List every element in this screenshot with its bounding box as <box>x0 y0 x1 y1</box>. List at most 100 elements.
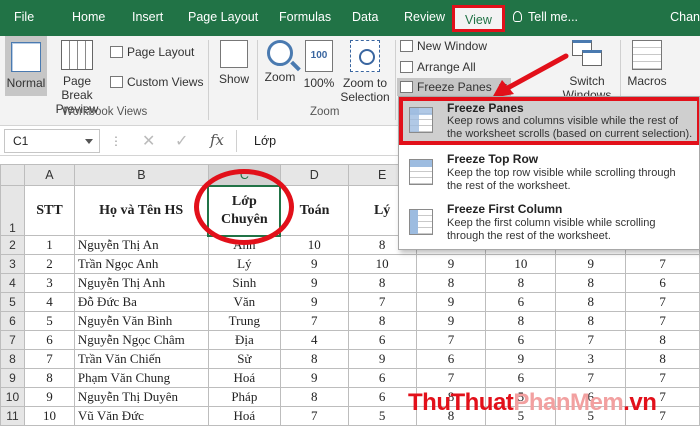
menu-item-freeze-first-column[interactable]: Freeze First Column Keep the first colum… <box>399 199 699 247</box>
header-cell-math[interactable]: Toán <box>279 185 349 236</box>
cell-i[interactable]: 6 <box>625 273 700 293</box>
cell-g[interactable]: 8 <box>485 273 557 293</box>
cell-e[interactable]: 5 <box>347 406 417 426</box>
cell-stt[interactable]: 8 <box>23 368 75 388</box>
cell-i[interactable]: 7 <box>625 292 700 312</box>
cell-stt[interactable]: 4 <box>23 292 75 312</box>
cell-e[interactable]: 8 <box>347 273 417 293</box>
row-header[interactable]: 1 <box>0 185 25 236</box>
cell-f[interactable]: 9 <box>415 292 487 312</box>
cell-name[interactable]: Trần Ngọc Anh <box>73 254 209 274</box>
tab-data[interactable]: Data <box>352 10 378 28</box>
cell-d[interactable]: 9 <box>279 368 349 388</box>
cell-g[interactable]: 10 <box>485 254 557 274</box>
show-button[interactable]: Show <box>214 40 254 96</box>
name-box[interactable]: C1 <box>4 129 100 153</box>
cell-g[interactable]: 6 <box>485 368 557 388</box>
cell-i[interactable]: 7 <box>625 311 700 331</box>
cell-c[interactable]: Anh <box>207 235 281 255</box>
insert-function-icon[interactable]: fx <box>210 131 224 149</box>
cell-stt[interactable]: 5 <box>23 311 75 331</box>
cell-d[interactable]: 4 <box>279 330 349 350</box>
select-all-corner[interactable] <box>0 164 25 186</box>
cell-e[interactable]: 8 <box>347 311 417 331</box>
cell-name[interactable]: Nguyễn Văn Bình <box>73 311 209 331</box>
zoom-to-selection-button[interactable]: Zoom to Selection <box>338 40 392 104</box>
column-header[interactable]: C <box>207 164 281 187</box>
cell-e[interactable]: 10 <box>347 254 417 274</box>
custom-views-button[interactable]: Custom Views <box>110 75 203 89</box>
row-header[interactable]: 9 <box>0 368 25 388</box>
cell-h[interactable]: 8 <box>555 311 627 331</box>
tab-home[interactable]: Home <box>72 10 105 28</box>
cell-d[interactable]: 9 <box>279 254 349 274</box>
cell-g[interactable]: 9 <box>485 349 557 369</box>
cell-g[interactable]: 6 <box>485 292 557 312</box>
cell-h[interactable]: 8 <box>555 292 627 312</box>
cell-name[interactable]: Nguyễn Thị Duyên <box>73 387 209 407</box>
row-header[interactable]: 6 <box>0 311 25 331</box>
cell-c[interactable]: Địa <box>207 330 281 350</box>
cell-f[interactable]: 6 <box>415 349 487 369</box>
header-cell-stt[interactable]: STT <box>23 185 75 236</box>
cell-c[interactable]: Hoá <box>207 368 281 388</box>
row-header[interactable]: 2 <box>0 235 25 255</box>
cell-stt[interactable]: 10 <box>23 406 75 426</box>
header-cell-class[interactable]: Lớp Chuyên <box>207 184 282 237</box>
normal-view-button[interactable]: Normal <box>5 36 47 96</box>
cell-h[interactable]: 8 <box>555 273 627 293</box>
cell-g[interactable]: 6 <box>485 330 557 350</box>
row-header[interactable]: 3 <box>0 254 25 274</box>
cell-h[interactable]: 3 <box>555 349 627 369</box>
tab-view[interactable]: View <box>452 5 505 32</box>
cell-f[interactable]: 7 <box>415 368 487 388</box>
cell-h[interactable]: 7 <box>555 330 627 350</box>
menu-item-freeze-top-row[interactable]: Freeze Top Row Keep the top row visible … <box>399 149 699 197</box>
cell-c[interactable]: Pháp <box>207 387 281 407</box>
tab-insert[interactable]: Insert <box>132 10 163 28</box>
row-header[interactable]: 7 <box>0 330 25 350</box>
cell-c[interactable]: Trung <box>207 311 281 331</box>
menu-item-freeze-panes[interactable]: Freeze Panes Keep rows and columns visib… <box>399 97 699 145</box>
cell-e[interactable]: 6 <box>347 387 417 407</box>
tab-review[interactable]: Review <box>404 10 445 28</box>
row-header[interactable]: 10 <box>0 387 25 407</box>
cell-name[interactable]: Nguyễn Thị Anh <box>73 273 209 293</box>
cell-d[interactable]: 7 <box>279 406 349 426</box>
cell-f[interactable]: 9 <box>415 311 487 331</box>
cell-g[interactable]: 8 <box>485 311 557 331</box>
tab-file[interactable]: File <box>14 10 34 28</box>
column-header[interactable]: B <box>73 164 209 186</box>
cell-h[interactable]: 7 <box>555 368 627 388</box>
header-cell-name[interactable]: Họ và Tên HS <box>73 185 209 236</box>
cell-d[interactable]: 8 <box>279 387 349 407</box>
cancel-icon[interactable]: ✕ <box>142 131 155 151</box>
cell-name[interactable]: Phạm Văn Chung <box>73 368 209 388</box>
cell-e[interactable]: 6 <box>347 330 417 350</box>
cell-c[interactable]: Sử <box>207 349 281 369</box>
cell-f[interactable]: 9 <box>415 254 487 274</box>
arrange-all-button[interactable]: Arrange All <box>400 60 476 74</box>
row-header[interactable]: 5 <box>0 292 25 312</box>
cell-d[interactable]: 10 <box>279 235 349 255</box>
row-header[interactable]: 4 <box>0 273 25 293</box>
cell-stt[interactable]: 1 <box>23 235 75 255</box>
cell-e[interactable]: 9 <box>347 349 417 369</box>
page-break-preview-button[interactable]: Page Break Preview <box>48 36 106 116</box>
cell-d[interactable]: 7 <box>279 311 349 331</box>
enter-icon[interactable]: ✓ <box>175 131 188 151</box>
new-window-button[interactable]: New Window <box>400 39 487 53</box>
cell-i[interactable]: 7 <box>625 254 700 274</box>
cell-d[interactable]: 8 <box>279 349 349 369</box>
cell-d[interactable]: 9 <box>279 273 349 293</box>
cell-stt[interactable]: 9 <box>23 387 75 407</box>
cell-name[interactable]: Nguyễn Ngọc Châm <box>73 330 209 350</box>
cell-i[interactable]: 8 <box>625 330 700 350</box>
cell-e[interactable]: 7 <box>347 292 417 312</box>
cell-stt[interactable]: 7 <box>23 349 75 369</box>
cell-c[interactable]: Sinh <box>207 273 281 293</box>
cell-e[interactable]: 6 <box>347 368 417 388</box>
column-header[interactable]: A <box>23 164 75 186</box>
cell-name[interactable]: Trần Văn Chiến <box>73 349 209 369</box>
macros-button[interactable]: Macros <box>625 40 669 98</box>
